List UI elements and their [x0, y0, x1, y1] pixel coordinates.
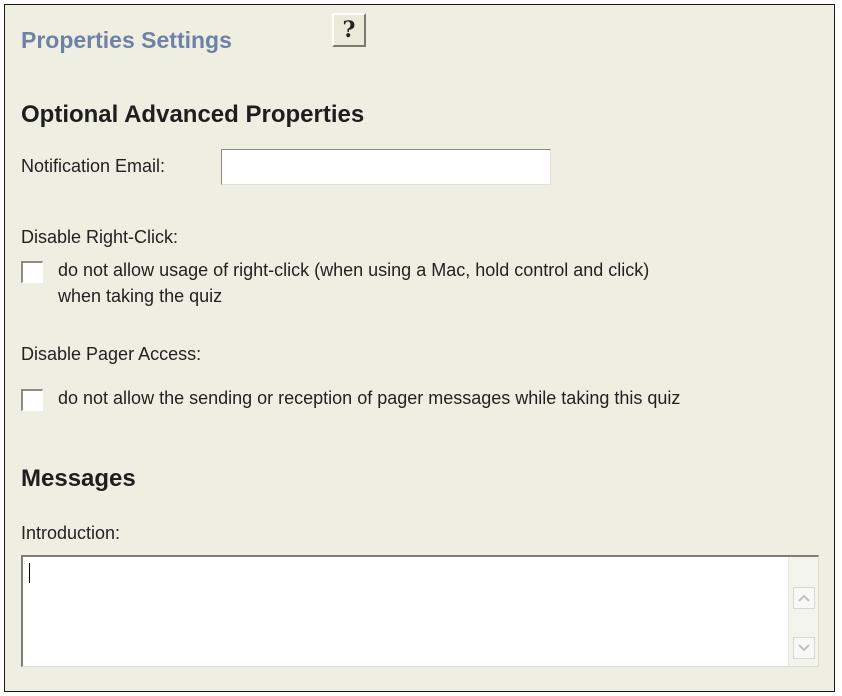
right-click-option-line1: do not allow usage of right-click (when … [58, 260, 650, 280]
scroll-up-arrow-icon [798, 594, 810, 602]
page-title: Properties Settings [21, 27, 232, 53]
introduction-textarea[interactable] [21, 555, 819, 667]
disable-pager-label: Disable Pager Access: [21, 344, 202, 364]
question-mark-icon: ? [342, 17, 356, 43]
disable-pager-checkbox[interactable] [21, 389, 43, 411]
advanced-properties-heading: Optional Advanced Properties [21, 101, 365, 128]
disable-pager-option: do not allow the sending or reception of… [58, 388, 681, 408]
introduction-label: Introduction: [21, 523, 121, 543]
properties-panel: Properties Settings ? Optional Advanced … [4, 4, 835, 692]
scroll-down-arrow-icon [798, 644, 810, 652]
textarea-scrollbar[interactable] [788, 557, 818, 666]
right-click-option-line2: when taking the quiz [58, 286, 223, 306]
scroll-up-button[interactable] [793, 587, 815, 609]
disable-right-click-checkbox[interactable] [21, 261, 43, 283]
help-button[interactable]: ? [332, 13, 366, 47]
notification-email-field[interactable] [221, 149, 551, 185]
disable-right-click-option: do not allow usage of right-click (when … [58, 257, 649, 309]
notification-email-label: Notification Email: [21, 156, 166, 176]
scroll-down-button[interactable] [793, 637, 815, 659]
messages-heading: Messages [21, 465, 136, 492]
text-caret [29, 563, 30, 583]
disable-right-click-label: Disable Right-Click: [21, 227, 179, 247]
